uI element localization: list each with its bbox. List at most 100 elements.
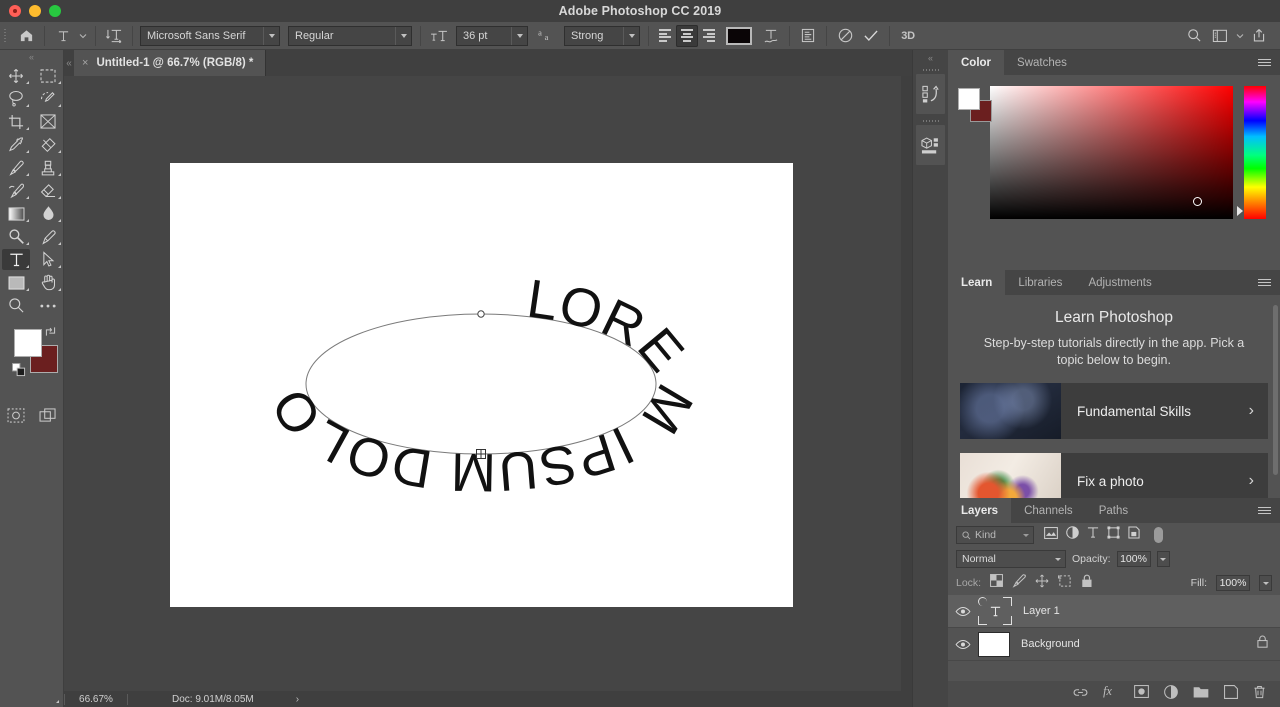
- blend-mode-select[interactable]: Normal: [956, 550, 1066, 568]
- panel-menu-icon[interactable]: [1258, 270, 1271, 295]
- tab-swatches[interactable]: Swatches: [1004, 50, 1080, 75]
- fill-chevron-icon[interactable]: [1259, 575, 1272, 591]
- chevron-down-icon[interactable]: [1051, 558, 1065, 561]
- lock-position-icon[interactable]: [1035, 574, 1049, 593]
- new-group-icon[interactable]: [1193, 685, 1209, 703]
- font-family-select[interactable]: Microsoft Sans Serif: [140, 25, 280, 46]
- blur-tool[interactable]: [32, 202, 64, 225]
- hue-slider-marker[interactable]: [1237, 206, 1243, 216]
- frame-tool[interactable]: [32, 110, 64, 133]
- color-field[interactable]: [990, 86, 1233, 219]
- rectangular-marquee-tool[interactable]: [32, 64, 64, 87]
- align-right-button[interactable]: [698, 25, 720, 47]
- options-bar-grip[interactable]: [0, 22, 9, 50]
- layer-row-layer-1[interactable]: Layer 1: [948, 595, 1280, 628]
- add-layer-mask-icon[interactable]: [1134, 685, 1149, 703]
- filter-smart-object-icon[interactable]: [1128, 526, 1140, 544]
- toggle-text-orientation-icon[interactable]: [101, 25, 127, 47]
- filter-shape-icon[interactable]: [1107, 526, 1120, 544]
- chevron-right-icon[interactable]: ›: [1249, 472, 1254, 490]
- panel-menu-icon[interactable]: [1258, 50, 1271, 75]
- chevron-down-icon[interactable]: [1233, 25, 1246, 47]
- type-tool-preset-icon[interactable]: [50, 25, 76, 47]
- artboard[interactable]: LOREM IPSUM DOLOR SIT: [150, 115, 793, 607]
- crop-tool[interactable]: [0, 110, 32, 133]
- history-brush-tool[interactable]: [0, 179, 32, 202]
- foreground-color-swatch[interactable]: [958, 88, 980, 110]
- new-adjustment-layer-icon[interactable]: [1164, 684, 1178, 704]
- tab-paths[interactable]: Paths: [1085, 498, 1142, 523]
- lock-all-icon[interactable]: [1081, 574, 1093, 593]
- share-icon[interactable]: [1246, 25, 1272, 47]
- type-tool[interactable]: [0, 248, 32, 271]
- layer-styles-fx-icon[interactable]: fx: [1103, 684, 1119, 703]
- eraser-tool[interactable]: [32, 179, 64, 202]
- new-layer-icon[interactable]: [1224, 684, 1238, 704]
- lock-image-pixels-icon[interactable]: [1012, 573, 1026, 593]
- color-picker-cursor[interactable]: [1193, 197, 1202, 206]
- properties-panel-icon[interactable]: [916, 125, 945, 165]
- spot-healing-brush-tool[interactable]: [32, 133, 64, 156]
- delete-layer-icon[interactable]: [1253, 685, 1266, 704]
- opacity-value[interactable]: 100%: [1116, 551, 1151, 567]
- swap-colors-icon[interactable]: [44, 325, 57, 343]
- canvas-vertical-scrollbar[interactable]: [901, 76, 912, 691]
- warp-text-icon[interactable]: [758, 25, 784, 47]
- chevron-down-icon[interactable]: [623, 26, 639, 45]
- lock-transparent-pixels-icon[interactable]: [990, 574, 1004, 592]
- quick-selection-tool[interactable]: [32, 87, 64, 110]
- lock-artboard-nesting-icon[interactable]: [1058, 574, 1072, 593]
- history-panel-icon[interactable]: [916, 74, 945, 114]
- learn-panel-scrollbar[interactable]: [1273, 305, 1278, 475]
- chevron-down-icon[interactable]: [511, 26, 527, 45]
- eyedropper-tool[interactable]: [0, 133, 32, 156]
- document-tab[interactable]: × Untitled‑1 @ 66.7% (RGB/8) *: [74, 50, 267, 76]
- filter-pixel-icon[interactable]: [1044, 526, 1058, 544]
- default-colors-icon[interactable]: [12, 363, 26, 382]
- align-left-button[interactable]: [654, 25, 676, 47]
- layer-name[interactable]: Background: [1010, 638, 1080, 650]
- tab-color[interactable]: Color: [948, 50, 1005, 75]
- screen-mode-icon[interactable]: [32, 403, 64, 703]
- quick-mask-icon[interactable]: [0, 403, 32, 427]
- lasso-tool[interactable]: [0, 87, 32, 110]
- gradient-tool[interactable]: [0, 202, 32, 225]
- rectangle-tool[interactable]: [0, 271, 32, 294]
- chevron-down-icon[interactable]: [263, 26, 279, 45]
- move-tool[interactable]: [0, 64, 32, 87]
- edit-toolbar-button[interactable]: [32, 294, 64, 317]
- hue-slider[interactable]: [1244, 86, 1266, 219]
- clone-stamp-tool[interactable]: [32, 156, 64, 179]
- tab-adjustments[interactable]: Adjustments: [1075, 270, 1165, 295]
- search-icon[interactable]: [1181, 25, 1207, 47]
- layer-row-background[interactable]: Background: [948, 628, 1280, 661]
- character-paragraph-panels-icon[interactable]: [795, 25, 821, 47]
- tab-channels[interactable]: Channels: [1011, 498, 1086, 523]
- filter-type-icon[interactable]: [1087, 526, 1099, 544]
- chevron-right-icon[interactable]: ›: [1249, 402, 1254, 420]
- fill-value[interactable]: 100%: [1216, 575, 1250, 591]
- workspace-switcher-icon[interactable]: [1207, 25, 1233, 47]
- layer-visibility-icon[interactable]: [948, 606, 978, 617]
- commit-edits-icon[interactable]: [858, 25, 884, 47]
- tab-bar-grip[interactable]: [64, 50, 74, 76]
- path-selection-tool[interactable]: [32, 248, 64, 271]
- status-expand-icon[interactable]: ›: [296, 694, 299, 705]
- dodge-tool[interactable]: [0, 225, 32, 248]
- close-icon[interactable]: ×: [82, 57, 88, 69]
- text-color-swatch[interactable]: [726, 26, 752, 45]
- font-style-select[interactable]: Regular: [288, 25, 412, 46]
- layer-name[interactable]: Layer 1: [1012, 605, 1060, 617]
- tab-libraries[interactable]: Libraries: [1005, 270, 1076, 295]
- pen-tool[interactable]: [32, 225, 64, 248]
- layer-visibility-icon[interactable]: [948, 639, 978, 650]
- opacity-chevron-icon[interactable]: [1156, 551, 1170, 567]
- tools-panel-grip[interactable]: [0, 50, 63, 64]
- font-size-select[interactable]: 36 pt: [456, 25, 528, 46]
- cancel-edits-icon[interactable]: [832, 25, 858, 47]
- layer-kind-filter[interactable]: Kind: [956, 526, 1034, 544]
- brush-tool[interactable]: [0, 156, 32, 179]
- home-icon[interactable]: [13, 25, 39, 47]
- chevron-down-icon[interactable]: [395, 26, 411, 45]
- hand-tool[interactable]: [32, 271, 64, 294]
